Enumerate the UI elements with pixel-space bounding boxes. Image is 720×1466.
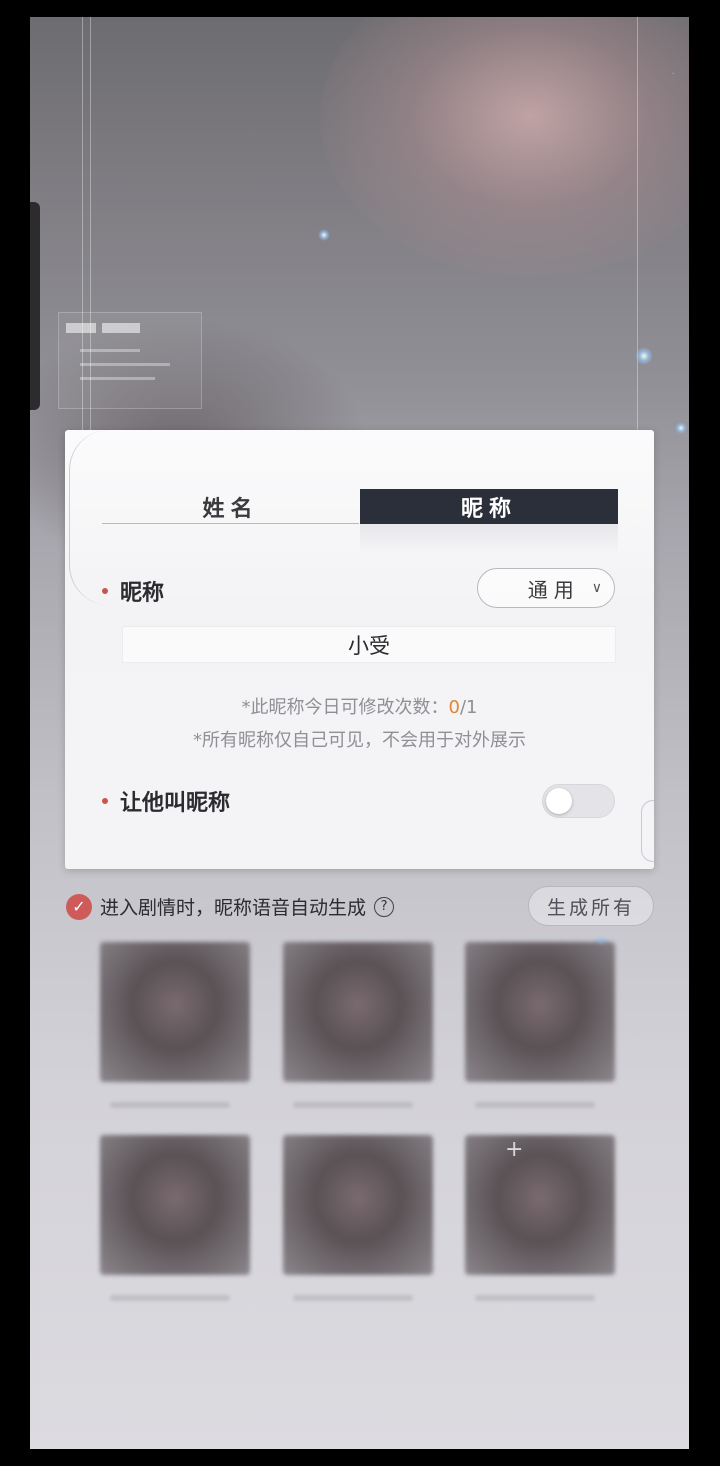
call-nickname-toggle[interactable] bbox=[542, 784, 615, 818]
background-bar bbox=[80, 363, 170, 366]
background-bar bbox=[80, 349, 140, 352]
auto-voice-row: ✓ 进入剧情时，昵称语音自动生成 ? bbox=[66, 893, 395, 920]
edit-limit-prefix: *此昵称今日可修改次数： bbox=[241, 697, 449, 718]
tab-underline bbox=[102, 523, 359, 524]
story-card[interactable] bbox=[283, 1135, 433, 1275]
required-dot bbox=[102, 588, 108, 594]
navigation-bar bbox=[0, 1449, 720, 1466]
background-bar bbox=[80, 377, 155, 380]
call-nickname-row-label: 让他叫昵称 bbox=[102, 785, 230, 817]
background-decor-text: · bbox=[668, 72, 677, 76]
sparkle bbox=[318, 229, 330, 241]
background-glow bbox=[320, 17, 689, 277]
story-card[interactable] bbox=[283, 942, 433, 1082]
tab-nickname[interactable]: 昵称 bbox=[360, 489, 618, 524]
card-caption bbox=[110, 1102, 230, 1108]
background-chip bbox=[102, 323, 140, 333]
nickname-row-label: 昵称 bbox=[102, 575, 164, 607]
story-card[interactable] bbox=[465, 1135, 615, 1275]
checkmark-icon[interactable]: ✓ bbox=[66, 893, 92, 920]
edit-limit-used: 0 bbox=[448, 697, 460, 718]
card-caption bbox=[475, 1102, 595, 1108]
nickname-label: 昵称 bbox=[120, 580, 165, 606]
dialog-decor-curve bbox=[641, 800, 654, 862]
edit-limit-total: /1 bbox=[459, 697, 478, 718]
card-caption bbox=[293, 1102, 413, 1108]
nickname-input[interactable]: 小受 bbox=[122, 626, 616, 663]
story-card[interactable] bbox=[100, 942, 250, 1082]
background-chip bbox=[66, 323, 96, 333]
scope-select-value: 通用 bbox=[527, 577, 580, 602]
add-icon: + bbox=[505, 1137, 524, 1162]
call-nickname-label: 让他叫昵称 bbox=[120, 790, 231, 816]
story-card[interactable] bbox=[100, 1135, 250, 1275]
status-bar bbox=[0, 0, 720, 17]
tab-shadow bbox=[360, 524, 618, 554]
story-card[interactable] bbox=[465, 942, 615, 1082]
card-caption bbox=[293, 1295, 413, 1301]
background-line bbox=[637, 17, 638, 437]
help-icon[interactable]: ? bbox=[374, 896, 395, 917]
edit-limit-note: *此昵称今日可修改次数：0/1 bbox=[65, 693, 654, 719]
generate-all-button[interactable]: 生成所有 bbox=[528, 886, 654, 926]
side-handle[interactable] bbox=[30, 202, 40, 410]
toggle-knob bbox=[546, 788, 572, 814]
chevron-down-icon: ∨ bbox=[591, 580, 602, 596]
sparkle bbox=[675, 422, 687, 434]
card-caption bbox=[475, 1295, 595, 1301]
auto-voice-label: 进入剧情时，昵称语音自动生成 bbox=[100, 897, 367, 919]
privacy-note: *所有昵称仅自己可见，不会用于对外展示 bbox=[193, 730, 526, 751]
tab-name[interactable]: 姓名 bbox=[102, 490, 359, 523]
card-caption bbox=[110, 1295, 230, 1301]
nickname-dialog: 姓名 昵称 昵称 通用 ∨ 小受 *此昵称今日可修改次数：0/1 *所有昵称仅自… bbox=[65, 430, 654, 869]
sparkle bbox=[635, 347, 653, 365]
required-dot bbox=[102, 798, 108, 804]
scope-select[interactable]: 通用 ∨ bbox=[477, 568, 615, 608]
